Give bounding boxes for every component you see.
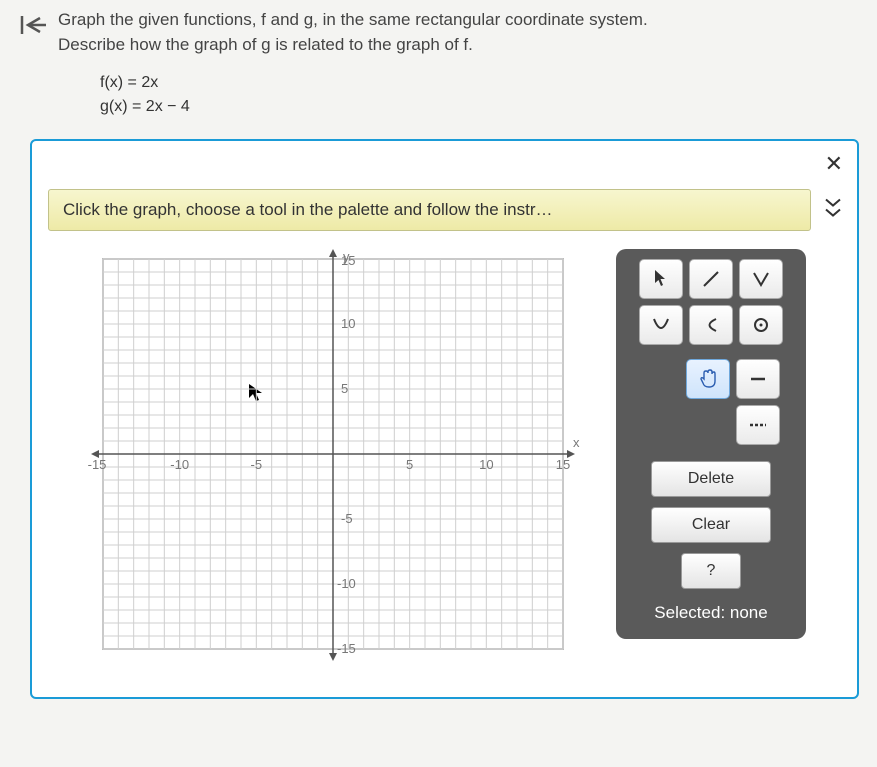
x-tick: 10	[479, 457, 493, 472]
hand-tool[interactable]	[686, 359, 730, 399]
x-axis-label: x	[573, 435, 580, 450]
tool-palette: Delete Clear ? Selected: none	[616, 249, 806, 639]
instruction-bar: Click the graph, choose a tool in the pa…	[48, 189, 811, 231]
y-tick: 5	[341, 381, 348, 396]
dashed-line-style[interactable]	[736, 405, 780, 445]
y-tick: 10	[341, 316, 355, 331]
pointer-tool[interactable]	[639, 259, 683, 299]
prompt-line-2: Describe how the graph of g is related t…	[58, 35, 473, 54]
x-tick: 5	[406, 457, 413, 472]
back-button[interactable]	[12, 8, 58, 43]
question-prompt: Graph the given functions, f and g, in t…	[58, 8, 668, 57]
y-tick: -15	[337, 641, 356, 656]
x-tick: 15	[556, 457, 570, 472]
line-tool[interactable]	[689, 259, 733, 299]
v-shape-tool[interactable]	[739, 259, 783, 299]
x-tick: -5	[251, 457, 263, 472]
x-tick: -10	[170, 457, 189, 472]
u-shape-tool[interactable]	[639, 305, 683, 345]
selected-label: Selected: none	[654, 603, 767, 623]
y-tick: -10	[337, 576, 356, 591]
delete-button[interactable]: Delete	[651, 461, 771, 497]
prompt-line-1: Graph the given functions, f and g, in t…	[58, 10, 648, 29]
x-tick: -15	[88, 457, 107, 472]
solid-line-style[interactable]	[736, 359, 780, 399]
help-button[interactable]: ?	[681, 553, 741, 589]
point-circle-tool[interactable]	[739, 305, 783, 345]
y-tick: 15	[341, 253, 355, 268]
collapse-icon[interactable]	[824, 198, 842, 223]
c-shape-tool[interactable]	[689, 305, 733, 345]
coordinate-grid[interactable]: []	[68, 249, 598, 669]
instruction-text: Click the graph, choose a tool in the pa…	[63, 200, 553, 219]
equations-block: f(x) = 2x g(x) = 2x − 4	[0, 57, 877, 133]
y-tick: -5	[341, 511, 353, 526]
equation-g: g(x) = 2x − 4	[100, 95, 877, 119]
graph-panel: ✕ Click the graph, choose a tool in the …	[30, 139, 859, 699]
close-icon[interactable]: ✕	[825, 151, 843, 177]
clear-button[interactable]: Clear	[651, 507, 771, 543]
equation-f: f(x) = 2x	[100, 71, 877, 95]
